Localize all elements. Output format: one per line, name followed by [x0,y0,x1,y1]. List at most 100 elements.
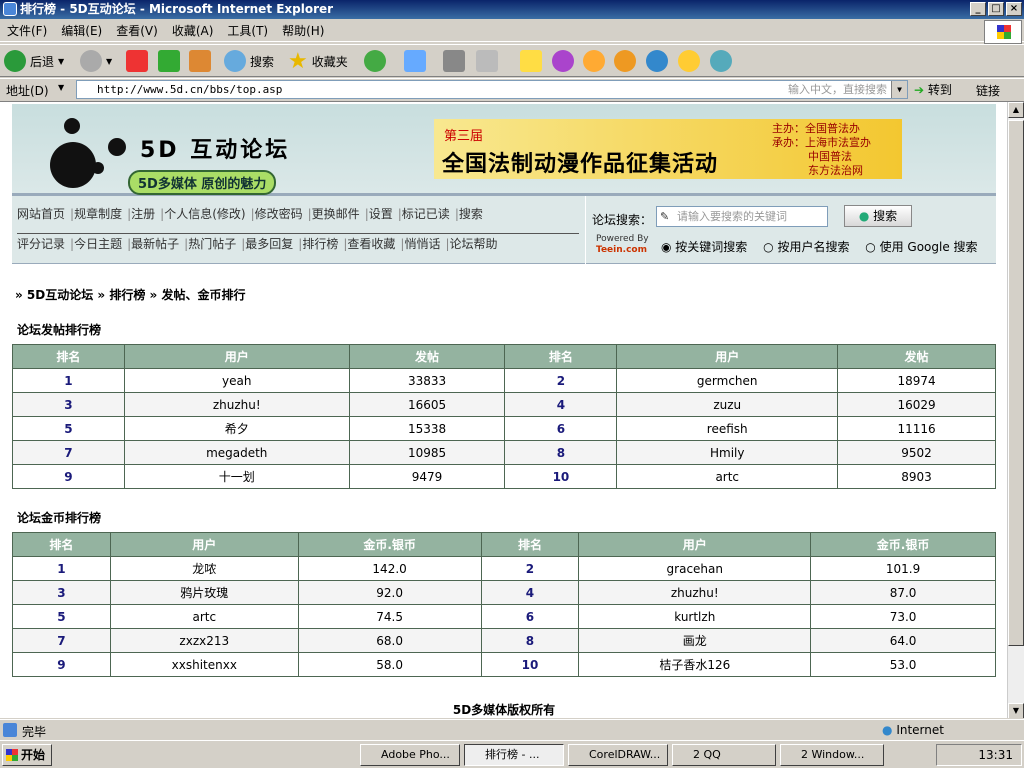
forward-button[interactable]: ▼ [80,49,112,73]
user-cell[interactable]: kurtlzh [578,604,812,629]
column-header: 用户 [616,344,839,369]
back-arrow-icon [4,50,26,72]
scroll-down-icon[interactable]: ▼ [1008,703,1024,718]
menu-file[interactable]: 文件(F) [0,20,54,42]
value-cell: 68.0 [297,628,482,653]
note-icon[interactable] [520,50,542,72]
radio-username[interactable]: ○ 按用户名搜索 [763,240,855,254]
user-cell[interactable]: yeah [123,368,350,393]
start-button[interactable]: 开始 [2,744,52,766]
user-cell[interactable]: zxzx213 [109,628,299,653]
globe-icon[interactable] [646,50,668,72]
radio-google[interactable]: ○ 使用 Google 搜索 [865,240,983,254]
nav-settings[interactable]: 设置 [369,207,393,221]
breadcrumb[interactable]: » 5D互动论坛 » 排行榜 » 发帖、金币排行 [12,286,996,303]
task-coreldraw[interactable]: CorelDRAW... [568,744,668,766]
smiley-icon[interactable] [678,50,700,72]
nav-most-replies[interactable]: 最多回复 [245,237,293,251]
user-cell[interactable]: reefish [616,416,839,441]
nav-messages[interactable]: 悄悄话 [404,237,440,251]
user-cell[interactable]: 十一划 [123,464,350,489]
column-header: 排名 [480,532,580,557]
user-cell[interactable]: zhuzhu! [578,580,812,605]
favorites-label: 收藏夹 [311,54,348,69]
pencil-icon: ✎ [660,210,670,223]
address-dropdown-icon[interactable]: ▼ [891,81,907,98]
nav-profile[interactable]: 个人信息(修改) [164,207,245,221]
tool-icon[interactable] [614,50,636,72]
links-button[interactable]: 链接 [976,82,1000,99]
edit-icon[interactable] [476,50,498,72]
address-hint: 输入中文，直接搜索 [788,83,887,96]
forum-search-button[interactable]: ● 搜索 [844,205,912,227]
menu-favorites[interactable]: 收藏(A) [165,20,221,42]
nav-email[interactable]: 更换邮件 [312,207,360,221]
nav-home[interactable]: 网站首页 [17,207,65,221]
user-cell[interactable]: germchen [616,368,839,393]
task-ie-rankings[interactable]: 排行榜 - ... [464,744,564,766]
user-cell[interactable]: xxshitenxx [109,652,299,677]
maximize-button[interactable]: □ [988,2,1004,16]
user-cell[interactable]: zhuzhu! [123,392,350,417]
mail-icon[interactable] [404,50,426,72]
favorites-button[interactable]: ★ 收藏夹 [288,49,348,74]
vertical-scrollbar[interactable]: ▲ ▼ [1007,102,1024,718]
nav-today[interactable]: 今日主题 [74,237,122,251]
menu-view[interactable]: 查看(V) [109,20,165,42]
ad-org-line: 中国普法 [808,150,852,163]
table-row: 5 希夕 15338 6 reefish 11116 [12,416,996,441]
radio-keyword[interactable]: ◉ 按关键词搜索 [661,240,753,254]
scroll-thumb[interactable] [1008,120,1024,646]
back-button[interactable]: 后退 ▼ [4,49,64,73]
user-cell[interactable]: artc [616,464,839,489]
history-icon[interactable] [364,50,386,72]
posts-ranking-title: 论坛发帖排行榜 [17,323,102,337]
column-header: 排名 [12,344,125,369]
nav-latest[interactable]: 最新帖子 [131,237,179,251]
home-icon[interactable] [189,50,211,72]
user-cell[interactable]: artc [109,604,299,629]
forum-search-input[interactable]: ✎ 请输入要搜索的关键词 [656,206,828,227]
nav-rankings[interactable]: 排行榜 [302,237,338,251]
ad-banner[interactable]: 第三届 全国法制动漫作品征集活动 主办：全国普法办 承办：上海市法宣办 中国普法… [434,119,902,179]
user-cell[interactable]: 画龙 [578,628,812,653]
user-cell[interactable]: 桔子香水126 [578,652,812,677]
refresh-icon[interactable] [158,50,180,72]
users-icon[interactable] [710,50,732,72]
nav-mark-read[interactable]: 标记已读 [402,207,450,221]
user-cell[interactable]: Hmily [616,440,839,465]
nav-help[interactable]: 论坛帮助 [450,237,498,251]
scroll-up-icon[interactable]: ▲ [1008,102,1024,118]
task-windows[interactable]: 2 Window... [780,744,884,766]
minimize-button[interactable]: _ [970,2,986,16]
user-cell[interactable]: zuzu [616,392,839,417]
print-icon[interactable] [443,50,465,72]
nav-search[interactable]: 搜索 [459,207,483,221]
nav-ratings[interactable]: 评分记录 [17,237,65,251]
menu-tools[interactable]: 工具(T) [220,20,275,42]
nav-register[interactable]: 注册 [131,207,155,221]
user-cell[interactable]: 鸦片玫瑰 [109,580,299,605]
nav-password[interactable]: 修改密码 [255,207,303,221]
close-button[interactable]: × [1006,2,1022,16]
clock[interactable]: 13:31 [978,748,1013,762]
messenger-icon[interactable] [552,50,574,72]
user-cell[interactable]: megadeth [123,440,350,465]
qq-icon[interactable] [583,50,605,72]
go-button[interactable]: ➔ 转到 [914,81,952,98]
user-cell[interactable]: 龙哝 [109,556,299,581]
address-input[interactable]: http://www.5d.cn/bbs/top.asp 输入中文，直接搜索 ▼ [76,80,908,99]
user-cell[interactable]: gracehan [578,556,812,581]
nav-favorites[interactable]: 查看收藏 [347,237,395,251]
search-button[interactable]: 搜索 [224,49,274,73]
menu-help[interactable]: 帮助(H) [275,20,331,42]
task-photoshop[interactable]: Adobe Pho... [360,744,460,766]
menu-edit[interactable]: 编辑(E) [54,20,109,42]
task-qq[interactable]: 2 QQ [672,744,776,766]
nav-rules[interactable]: 规章制度 [74,207,122,221]
nav-hot[interactable]: 热门帖子 [188,237,236,251]
stop-icon[interactable] [126,50,148,72]
rank-cell: 6 [504,416,618,441]
user-cell[interactable]: 希夕 [123,416,350,441]
address-label-dropdown-icon[interactable]: ▼ [58,83,64,92]
